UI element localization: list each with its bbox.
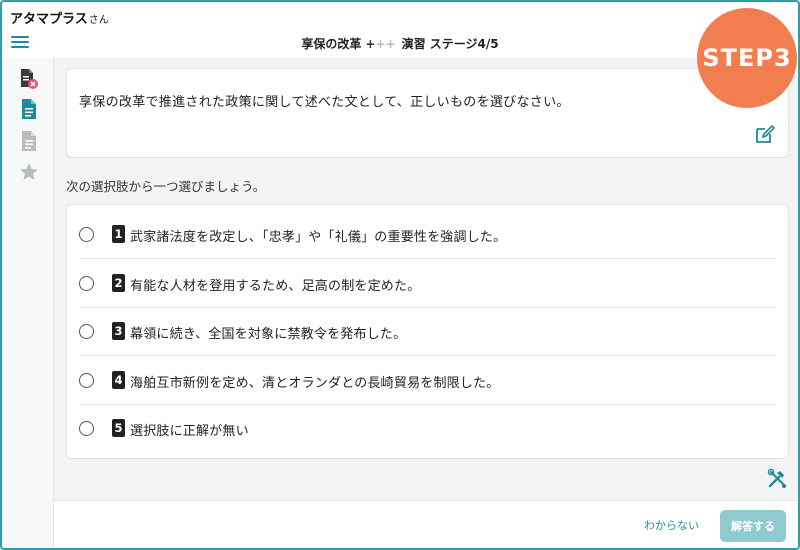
sidebar [2,58,54,548]
document-error-icon[interactable] [19,68,39,90]
unit-title: 享保の改革 [301,37,362,51]
footer: わからない 解答する [54,500,798,548]
choice-option-4[interactable]: 4 海舶互市新例を定め、清とオランダとの長崎貿易を制限した。 [67,357,788,405]
radio-button[interactable] [79,324,94,339]
page-title: 享保の改革 +++ 演習 ステージ4/5 [2,35,798,52]
choices-list: 1 武家諸法度を改定し、「忠孝」や「礼儀」の重要性を強調した。 2 有能な人材を… [66,204,789,459]
answer-button[interactable]: 解答する [720,510,786,542]
choice-text: 選択肢に正解が無い [130,424,249,439]
document-icon[interactable] [19,98,39,120]
choice-number-badge: 3 [112,322,125,340]
choice-option-1[interactable]: 1 武家諸法度を改定し、「忠孝」や「礼儀」の重要性を強調した。 [67,211,788,259]
main-content: 享保の改革で推進された政策に関して述べた文として、正しいものを選びなさい。 次の… [54,58,798,500]
choice-number-badge: 2 [112,274,125,292]
step-badge: STEP3 [697,8,797,108]
header: 享保の改革 +++ 演習 ステージ4/5 [2,28,798,58]
choice-text: 海舶互市新例を定め、清とオランダとの長崎貿易を制限した。 [130,376,500,391]
practice-stage-label: 演習 ステージ4/5 [401,37,499,51]
tools-icon[interactable] [766,468,788,490]
user-label: アタマプラスさん [10,8,109,27]
user-honorific: さん [88,15,109,26]
choice-text: 武家諸法度を改定し、「忠孝」や「礼儀」の重要性を強調した。 [130,230,507,245]
edit-note-icon[interactable] [754,123,776,145]
choice-text: 有能な人材を登用するため、足高の制を定めた。 [130,279,421,294]
question-text: 享保の改革で推進された政策に関して述べた文として、正しいものを選びなさい。 [79,95,570,110]
document-gray-icon[interactable] [19,130,39,152]
divider [79,258,776,259]
radio-button[interactable] [79,227,94,242]
choice-number-badge: 4 [112,371,125,389]
choice-number-badge: 1 [112,225,125,243]
divider [79,355,776,356]
plus-level-faint-icon: ++ [375,37,396,51]
choice-number-badge: 5 [112,419,125,437]
choice-option-5[interactable]: 5 選択肢に正解が無い [67,405,788,453]
choice-text: 幕領に続き、全国を対象に禁教令を発布した。 [130,327,407,342]
choice-option-2[interactable]: 2 有能な人材を登用するため、足高の制を定めた。 [67,260,788,308]
plus-level-icon: + [365,37,376,51]
user-name: アタマプラス [10,12,88,27]
star-icon[interactable] [19,162,39,184]
choice-option-3[interactable]: 3 幕領に続き、全国を対象に禁教令を発布した。 [67,308,788,356]
radio-button[interactable] [79,276,94,291]
radio-button[interactable] [79,421,94,436]
question-card: 享保の改革で推進された政策に関して述べた文として、正しいものを選びなさい。 [66,68,789,158]
instruction-text: 次の選択肢から一つ選びましょう。 [66,179,266,194]
radio-button[interactable] [79,373,94,388]
app-frame: アタマプラスさん 享保の改革 +++ 演習 ステージ4/5 STEP3 享保の改… [0,0,800,550]
dont-know-button[interactable]: わからない [644,517,699,533]
